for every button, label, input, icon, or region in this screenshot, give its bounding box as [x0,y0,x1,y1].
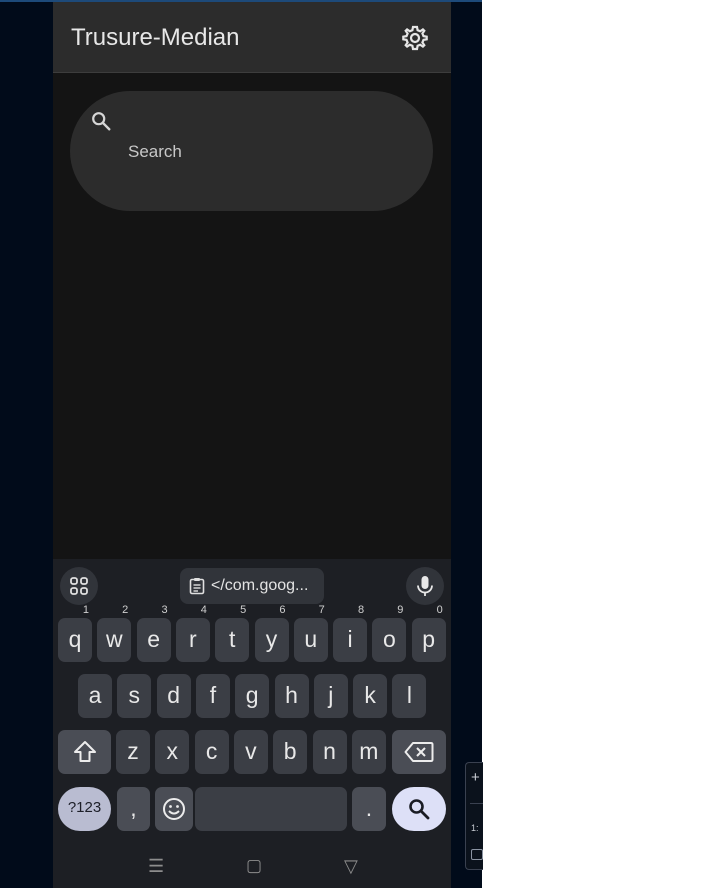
recents-button[interactable]: ☰ [148,856,164,877]
key-l[interactable]: l [392,674,427,718]
key-w[interactable]: w2 [97,604,132,662]
widget-time: 1: [471,823,479,833]
key-hint-9: 9 [397,604,404,616]
symbols-key[interactable]: ?123 [58,787,111,831]
mic-icon [417,576,433,596]
key-h[interactable]: h [274,674,309,718]
key-hint-3: 3 [161,604,168,616]
keyboard-apps-button[interactable] [60,567,98,605]
key-a[interactable]: a [78,674,112,718]
search-action-key[interactable] [392,787,446,831]
backspace-icon [404,742,434,762]
plus-icon[interactable]: + [471,769,480,786]
voice-input-button[interactable] [406,567,444,605]
gear-icon [402,25,428,51]
shift-icon [73,741,96,762]
key-o[interactable]: o9 [372,604,407,662]
apps-grid-icon [70,577,88,595]
search-icon [92,112,111,131]
phone-screen: Trusure-Median Search </com.goog... q 1 … [53,2,451,888]
key-hint-1: 1 [82,604,89,616]
app-bar: Trusure-Median [53,2,451,73]
key-z[interactable]: z [116,730,150,774]
backspace-key[interactable] [392,730,446,774]
key-r[interactable]: r4 [175,604,210,662]
back-button[interactable]: ▽ [344,856,358,877]
key-g[interactable]: g [235,674,270,718]
side-panel-widget[interactable]: + 1: [465,762,483,870]
search-placeholder: Search [128,142,182,161]
key-v[interactable]: v [233,730,268,774]
key-k[interactable]: k [353,674,388,718]
key-i[interactable]: i8 [333,604,368,662]
comma-key[interactable]: , [117,787,150,831]
key-n[interactable]: n [312,730,347,774]
key-e[interactable]: e3 [136,604,171,662]
search-icon [409,799,430,820]
clipboard-suggestion[interactable]: </com.goog... [180,568,324,604]
system-nav-bar: ☰ ▢ ▽ [53,848,451,888]
key-x[interactable]: x [155,730,190,774]
key-hint-2: 2 [122,604,129,616]
key-hint-8: 8 [357,604,365,616]
widget-divider [470,803,483,804]
key-hint-7: 7 [318,604,325,616]
key-s[interactable]: s [117,674,152,718]
key-y[interactable]: y6 [254,604,289,662]
key-t[interactable]: t5 [215,604,250,662]
key-c[interactable]: c [194,730,229,774]
clipboard-text: </com.goog... [211,577,309,594]
key-d[interactable]: d [156,674,191,718]
search-bar[interactable]: Search [70,91,433,211]
key-q[interactable]: q1 [58,604,92,662]
key-m[interactable]: m [351,730,386,774]
window-icon [471,849,483,860]
emoji-key[interactable] [155,787,193,831]
onscreen-keyboard: </com.goog... q1w2e3r4t5y6u7i8o9p0 asdfg… [53,559,451,888]
key-hint-0: 0 [436,604,443,616]
key-hint-6: 6 [279,604,286,616]
key-u[interactable]: u7 [293,604,328,662]
key-p[interactable]: p0 [411,604,446,662]
app-title: Trusure-Median [71,24,240,51]
key-f[interactable]: f [195,674,230,718]
home-button[interactable]: ▢ [246,856,262,876]
key-b[interactable]: b [273,730,308,774]
emoji-icon [163,798,185,820]
key-j[interactable]: j [313,674,348,718]
settings-button[interactable] [399,22,431,54]
key-hint-4: 4 [200,604,207,616]
shift-key[interactable] [58,730,111,774]
key-hint-5: 5 [240,604,247,616]
period-key[interactable]: . [352,787,386,831]
clipboard-icon [189,578,205,595]
space-key[interactable] [195,787,347,831]
